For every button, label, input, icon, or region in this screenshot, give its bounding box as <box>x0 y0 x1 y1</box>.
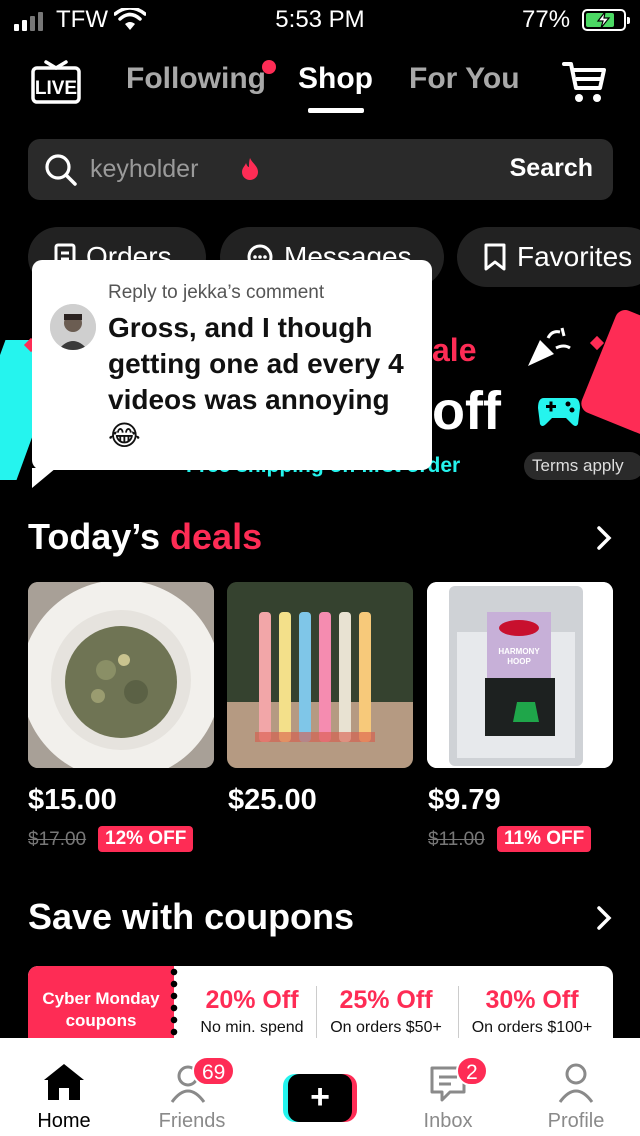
bookmark-icon <box>484 243 506 271</box>
reply-comment-text: Gross, and I though getting one ad every… <box>108 312 404 451</box>
coupon-percent: 20% Off <box>205 986 299 1014</box>
pack-label-bottom: HOOP <box>507 657 531 666</box>
banner-off-text[interactable]: off <box>432 380 501 442</box>
deal-price: $25.00 <box>228 784 317 816</box>
reply-header: Reply to jekka’s comment <box>108 282 325 303</box>
discount-badge: 12% OFF <box>98 826 194 852</box>
tab-for-you[interactable]: For You <box>409 62 520 96</box>
deals-title-prefix: Today’s <box>28 516 171 557</box>
chevron-right-icon[interactable] <box>594 904 614 932</box>
terms-apply-badge[interactable]: Terms apply <box>524 452 640 480</box>
deal-original-price: $11.00 <box>428 829 485 850</box>
nav-friends-label: Friends <box>158 1110 226 1132</box>
plus-icon: + <box>288 1074 352 1122</box>
inbox-badge: 2 <box>456 1056 488 1086</box>
gamepad-icon <box>538 398 580 426</box>
favorites-label: Favorites <box>517 241 633 272</box>
chevron-right-icon[interactable] <box>594 524 614 552</box>
profile-icon <box>558 1063 594 1103</box>
nav-profile-label: Profile <box>547 1110 605 1132</box>
coupon-percent: 30% Off <box>485 986 579 1014</box>
search-input[interactable] <box>90 149 230 189</box>
trending-flame-icon <box>242 158 258 180</box>
sticker-tail <box>32 468 56 488</box>
coupon-item[interactable]: 30% Off On orders $100+ <box>462 986 602 1037</box>
deal-price: $15.00 <box>28 784 117 816</box>
home-icon <box>44 1064 84 1100</box>
coupon-condition: No min. spend <box>200 1019 304 1036</box>
divider <box>316 986 317 1040</box>
deal-price: $9.79 <box>428 784 501 816</box>
search-bar[interactable]: Search <box>28 139 613 200</box>
coupon-percent: 25% Off <box>339 986 433 1014</box>
favorites-button[interactable]: Favorites <box>457 227 640 287</box>
coupon-item[interactable]: 20% Off No min. spend <box>190 986 314 1037</box>
nav-inbox-label: Inbox <box>423 1110 473 1132</box>
banner-decor-red <box>578 307 640 439</box>
deal-product-image[interactable] <box>28 582 214 768</box>
todays-deals-title: Today’s deals <box>28 516 262 558</box>
bottom-nav: Home Friends 69 + Inbox 2 Profile <box>0 1038 640 1136</box>
active-tab-indicator <box>308 108 364 113</box>
battery-icon <box>582 9 630 31</box>
status-bar: TFW 5:53 PM 77% <box>0 0 640 42</box>
tab-shop[interactable]: Shop <box>298 62 373 96</box>
create-button[interactable]: + <box>283 1074 357 1122</box>
comment-reply-sticker: Reply to jekka’s comment Gross, and I th… <box>32 260 432 488</box>
deals-title-highlight: deals <box>170 516 263 557</box>
feed-tabs: Following Shop For You <box>0 62 640 112</box>
party-popper-icon <box>528 327 571 366</box>
coupon-condition: On orders $100+ <box>471 1019 593 1036</box>
commenter-avatar <box>50 304 96 350</box>
battery-percent: 77% <box>522 6 571 33</box>
deal-original-price: $17.00 <box>28 829 87 850</box>
coupon-condition: On orders $50+ <box>330 1019 442 1036</box>
cart-icon[interactable] <box>562 60 608 104</box>
nav-home-label: Home <box>37 1110 91 1132</box>
pack-label-top: HARMONY <box>498 647 540 656</box>
search-button[interactable]: Search <box>510 154 593 183</box>
deal-product-image[interactable] <box>227 582 413 768</box>
notification-dot <box>262 60 276 74</box>
search-icon <box>45 154 77 186</box>
tab-following[interactable]: Following <box>126 62 266 96</box>
deal-product-image[interactable]: HARMONY HOOP <box>427 582 613 768</box>
coupons-title: Save with coupons <box>28 896 355 937</box>
coupon-item[interactable]: 25% Off On orders $50+ <box>320 986 452 1037</box>
friends-badge: 69 <box>192 1056 236 1086</box>
divider <box>458 986 459 1040</box>
discount-badge: 11% OFF <box>497 826 592 852</box>
banner-sale-text: ale <box>432 332 477 368</box>
